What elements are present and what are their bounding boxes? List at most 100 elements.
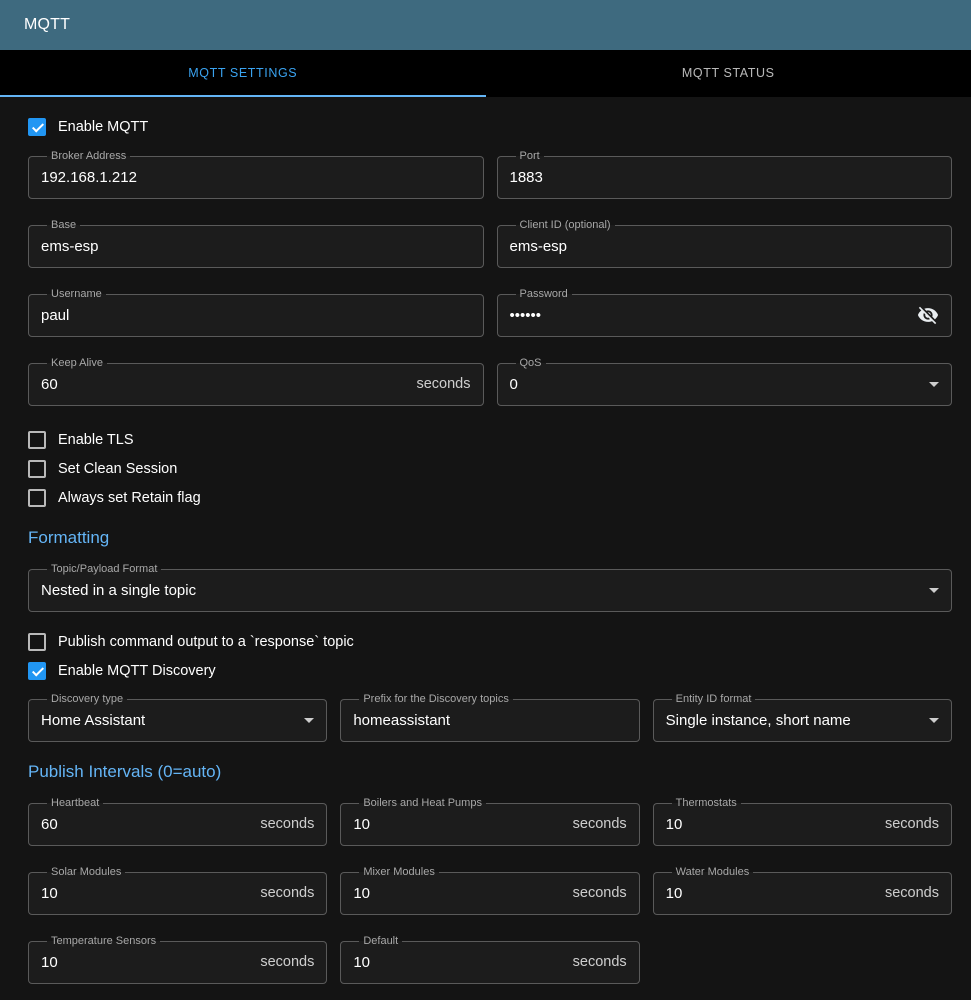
water-modules-field[interactable]: Water Modules 10 seconds — [653, 866, 952, 915]
checkbox-label: Publish command output to a `response` t… — [58, 634, 354, 650]
field-value: 1883 — [510, 169, 543, 186]
field-value: homeassistant — [353, 712, 450, 729]
dropdown-arrow-icon — [304, 718, 314, 723]
field-value: 10 — [41, 954, 58, 971]
checkbox-checked-icon — [28, 118, 46, 136]
mqtt-settings-page: MQTT MQTT SETTINGS MQTT STATUS Enable MQ… — [0, 0, 971, 1000]
field-value: 10 — [353, 885, 370, 902]
checkbox-unchecked-icon — [28, 489, 46, 507]
heartbeat-field[interactable]: Heartbeat 60 seconds — [28, 797, 327, 846]
field-label: Client ID (optional) — [516, 219, 615, 232]
field-label: Keep Alive — [47, 357, 107, 370]
username-field[interactable]: Username paul — [28, 288, 484, 337]
formatting-heading: Formatting — [28, 528, 952, 548]
field-label: Base — [47, 219, 80, 232]
enable-tls-checkbox[interactable]: Enable TLS — [28, 426, 134, 454]
dropdown-arrow-icon — [929, 588, 939, 593]
field-value: •••••• — [510, 307, 542, 324]
field-value: 10 — [666, 816, 683, 833]
empty-grid-cell — [653, 935, 952, 984]
checkbox-unchecked-icon — [28, 431, 46, 449]
field-label: Broker Address — [47, 150, 130, 163]
checkbox-label: Enable MQTT Discovery — [58, 663, 216, 679]
field-value: 10 — [353, 954, 370, 971]
qos-select[interactable]: QoS 0 — [497, 357, 953, 406]
field-suffix: seconds — [252, 885, 314, 901]
field-suffix: seconds — [565, 885, 627, 901]
intervals-row-3: Temperature Sensors 10 seconds Default 1… — [28, 935, 952, 984]
field-label: Discovery type — [47, 693, 127, 706]
field-label: QoS — [516, 357, 546, 370]
password-field[interactable]: Password •••••• — [497, 288, 953, 337]
tab-mqtt-status[interactable]: MQTT STATUS — [486, 50, 971, 97]
mixer-modules-field[interactable]: Mixer Modules 10 seconds — [340, 866, 639, 915]
checkbox-unchecked-icon — [28, 633, 46, 651]
clean-session-checkbox[interactable]: Set Clean Session — [28, 455, 177, 483]
field-suffix: seconds — [252, 954, 314, 970]
field-value: 192.168.1.212 — [41, 169, 137, 186]
field-label: Topic/Payload Format — [47, 563, 161, 576]
field-value: ems-esp — [41, 238, 99, 255]
retain-flag-checkbox[interactable]: Always set Retain flag — [28, 484, 201, 512]
field-label: Boilers and Heat Pumps — [359, 797, 486, 810]
visibility-off-icon[interactable] — [917, 304, 939, 326]
publish-response-checkbox[interactable]: Publish command output to a `response` t… — [28, 628, 354, 656]
field-label: Prefix for the Discovery topics — [359, 693, 513, 706]
field-label: Password — [516, 288, 572, 301]
entity-id-format-select[interactable]: Entity ID format Single instance, short … — [653, 693, 952, 742]
field-suffix: seconds — [877, 816, 939, 832]
intervals-row-2: Solar Modules 10 seconds Mixer Modules 1… — [28, 866, 952, 915]
page-title: MQTT — [24, 16, 70, 34]
solar-modules-field[interactable]: Solar Modules 10 seconds — [28, 866, 327, 915]
field-suffix: seconds — [565, 954, 627, 970]
discovery-type-select[interactable]: Discovery type Home Assistant — [28, 693, 327, 742]
field-suffix: seconds — [877, 885, 939, 901]
enable-discovery-checkbox[interactable]: Enable MQTT Discovery — [28, 657, 216, 685]
settings-form: Enable MQTT Broker Address 192.168.1.212… — [0, 97, 971, 1000]
tab-bar: MQTT SETTINGS MQTT STATUS — [0, 50, 971, 97]
broker-address-field[interactable]: Broker Address 192.168.1.212 — [28, 150, 484, 199]
field-label: Default — [359, 935, 402, 948]
field-label: Entity ID format — [672, 693, 756, 706]
field-label: Username — [47, 288, 106, 301]
field-label: Heartbeat — [47, 797, 103, 810]
field-value: paul — [41, 307, 69, 324]
field-value: 60 — [41, 376, 58, 393]
field-value: Single instance, short name — [666, 712, 851, 729]
dropdown-arrow-icon — [929, 718, 939, 723]
tab-mqtt-settings[interactable]: MQTT SETTINGS — [0, 50, 486, 97]
discovery-row: Discovery type Home Assistant Prefix for… — [28, 693, 952, 742]
port-field[interactable]: Port 1883 — [497, 150, 953, 199]
intervals-row-1: Heartbeat 60 seconds Boilers and Heat Pu… — [28, 797, 952, 846]
checkbox-checked-icon — [28, 662, 46, 680]
checkbox-label: Enable MQTT — [58, 119, 148, 135]
temperature-sensors-field[interactable]: Temperature Sensors 10 seconds — [28, 935, 327, 984]
topic-format-select[interactable]: Topic/Payload Format Nested in a single … — [28, 563, 952, 612]
base-field[interactable]: Base ems-esp — [28, 219, 484, 268]
field-suffix: seconds — [565, 816, 627, 832]
default-interval-field[interactable]: Default 10 seconds — [340, 935, 639, 984]
field-value: Nested in a single topic — [41, 582, 196, 599]
field-label: Solar Modules — [47, 866, 125, 879]
boilers-heatpumps-field[interactable]: Boilers and Heat Pumps 10 seconds — [340, 797, 639, 846]
dropdown-arrow-icon — [929, 382, 939, 387]
keep-alive-field[interactable]: Keep Alive 60 seconds — [28, 357, 484, 406]
field-label: Temperature Sensors — [47, 935, 160, 948]
thermostats-field[interactable]: Thermostats 10 seconds — [653, 797, 952, 846]
field-value: 0 — [510, 376, 518, 393]
broker-port-row: Broker Address 192.168.1.212 Port 1883 — [28, 150, 952, 199]
checkbox-label: Always set Retain flag — [58, 490, 201, 506]
field-value: 10 — [666, 885, 683, 902]
field-suffix: seconds — [252, 816, 314, 832]
field-label: Water Modules — [672, 866, 754, 879]
enable-mqtt-checkbox[interactable]: Enable MQTT — [28, 113, 148, 141]
field-value: 60 — [41, 816, 58, 833]
field-label: Mixer Modules — [359, 866, 439, 879]
discovery-prefix-field[interactable]: Prefix for the Discovery topics homeassi… — [340, 693, 639, 742]
field-label: Port — [516, 150, 544, 163]
client-id-field[interactable]: Client ID (optional) ems-esp — [497, 219, 953, 268]
credentials-row: Username paul Password •••••• — [28, 288, 952, 337]
field-value: Home Assistant — [41, 712, 145, 729]
checkbox-label: Enable TLS — [58, 432, 134, 448]
field-value: 10 — [353, 816, 370, 833]
